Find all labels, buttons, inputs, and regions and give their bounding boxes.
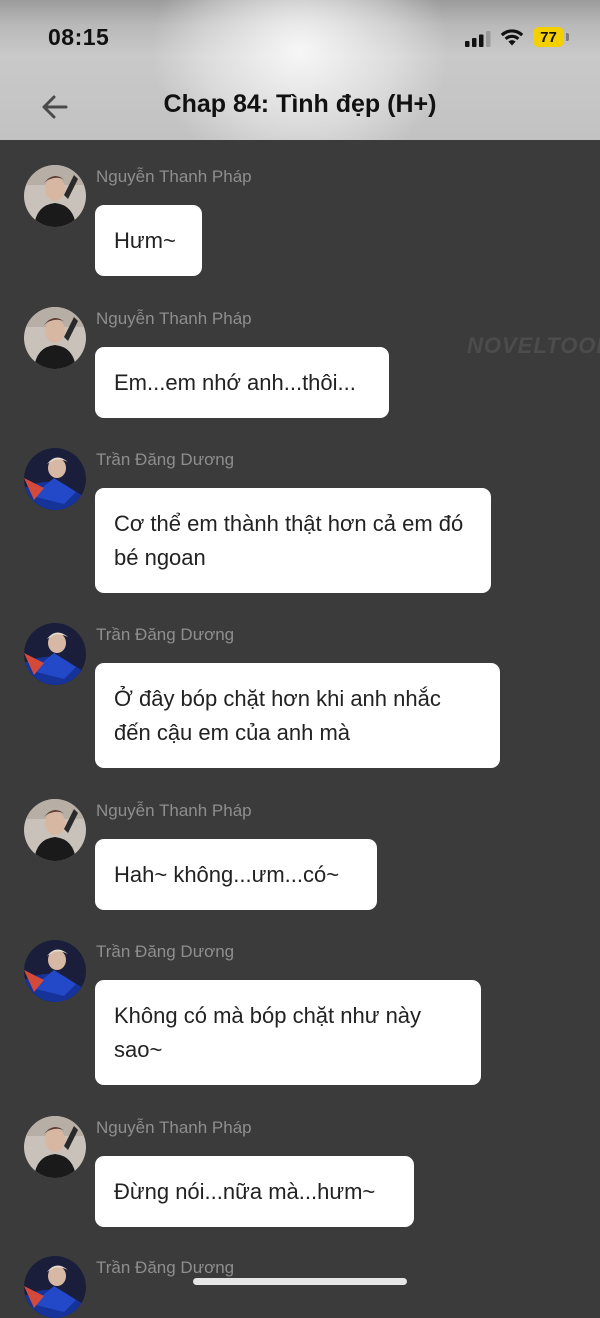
avatar[interactable] xyxy=(24,1116,86,1178)
avatar-phap-icon xyxy=(24,307,86,369)
battery-level: 77 xyxy=(533,27,564,47)
status-time: 08:15 xyxy=(48,24,110,50)
sender-name: Nguyễn Thanh Pháp xyxy=(96,801,252,820)
avatar-phap-icon xyxy=(24,799,86,861)
avatar-phap-icon xyxy=(24,1116,86,1178)
sender-name: Nguyễn Thanh Pháp xyxy=(96,309,252,328)
avatar-duong-icon xyxy=(24,940,86,1002)
sender-name: Nguyễn Thanh Pháp xyxy=(96,1118,252,1137)
chat-list[interactable]: Nguyễn Thanh Pháp Hưm~ Nguyễn Thanh Pháp… xyxy=(0,140,600,1318)
avatar[interactable] xyxy=(24,448,86,510)
message-bubble[interactable]: Hah~ không...ưm...có~ xyxy=(95,839,377,910)
message-bubble[interactable]: Đừng nói...nữa mà...hưm~ xyxy=(95,1156,414,1227)
avatar[interactable] xyxy=(24,165,86,227)
message-bubble[interactable]: Cơ thể em thành thật hơn cả em đó bé ngo… xyxy=(95,488,491,593)
wifi-icon xyxy=(500,29,524,46)
sender-name: Trần Đăng Dương xyxy=(96,625,235,644)
battery-icon: 77 xyxy=(533,27,569,47)
status-bar: 08:15 77 xyxy=(0,0,600,76)
avatar-duong-icon xyxy=(24,1256,86,1318)
avatar-phap-icon xyxy=(24,165,86,227)
sender-name: Trần Đăng Dương xyxy=(96,1258,235,1277)
avatar[interactable] xyxy=(24,1256,86,1318)
cellular-signal-icon xyxy=(465,31,491,47)
sender-name: Trần Đăng Dương xyxy=(96,942,235,961)
sender-name: Nguyễn Thanh Pháp xyxy=(96,167,252,186)
sender-name: Trần Đăng Dương xyxy=(96,450,235,469)
avatar-duong-icon xyxy=(24,448,86,510)
home-indicator[interactable] xyxy=(193,1278,407,1285)
chapter-title: Chap 84: Tình đẹp (H+) xyxy=(163,90,437,118)
message-bubble[interactable]: Hưm~ xyxy=(95,205,202,276)
message-bubble[interactable]: Không có mà bóp chặt như này sao~ xyxy=(95,980,481,1085)
avatar[interactable] xyxy=(24,623,86,685)
avatar[interactable] xyxy=(24,307,86,369)
message-bubble[interactable]: Em...em nhớ anh...thôi... xyxy=(95,347,389,418)
avatar[interactable] xyxy=(24,799,86,861)
message-bubble[interactable]: Ở đây bóp chặt hơn khi anh nhắc đến cậu … xyxy=(95,663,500,768)
avatar[interactable] xyxy=(24,940,86,1002)
avatar-duong-icon xyxy=(24,623,86,685)
